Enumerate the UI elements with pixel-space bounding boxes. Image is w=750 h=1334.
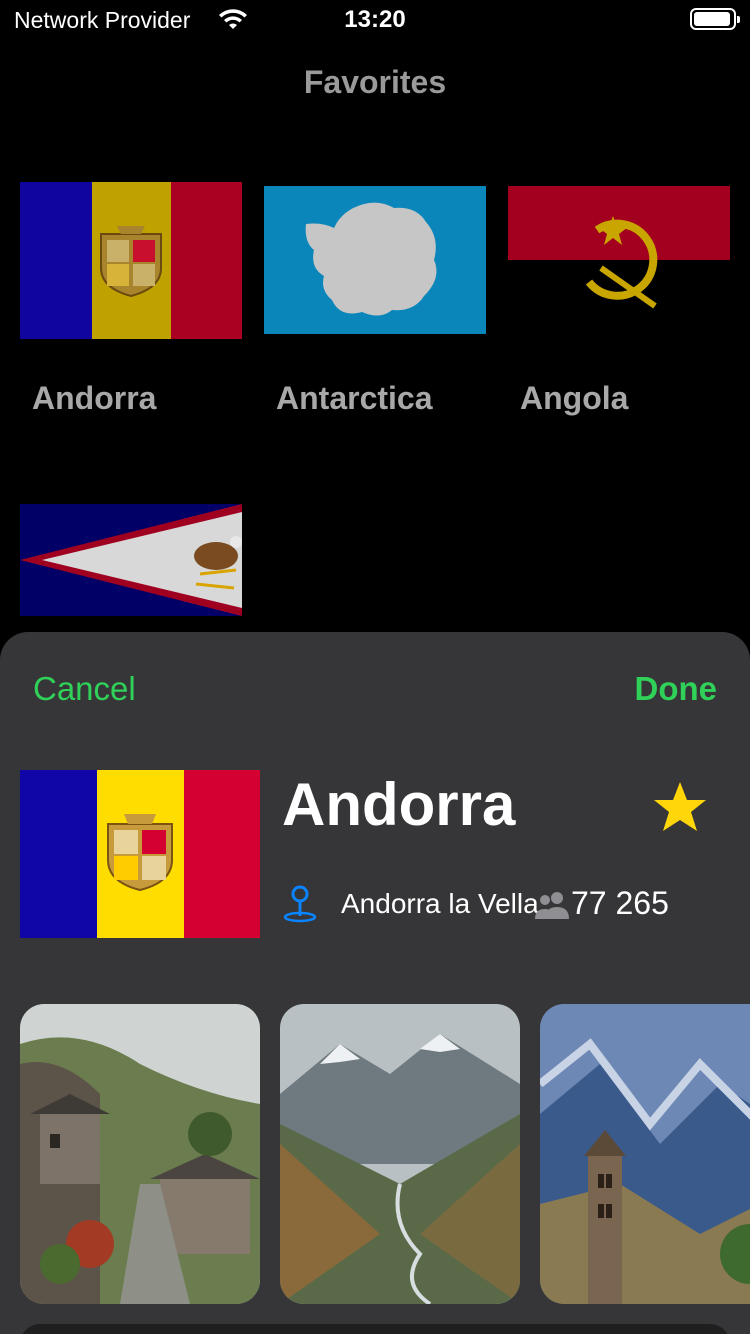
bell-tower-photo[interactable] [540, 1004, 750, 1304]
clock: 13:20 [344, 6, 406, 33]
favorite-name: Antarctica [276, 380, 433, 416]
favorite-name: Andorra [32, 380, 157, 416]
country-detail-sheet: Cancel Done Andorra Andorra la Vella 77 … [0, 632, 750, 1334]
angola-flag-icon [508, 186, 730, 334]
favorite-cell-andorra[interactable]: Andorra [20, 180, 242, 416]
country-name: Andorra [282, 771, 516, 838]
favorite-star-icon[interactable] [652, 780, 708, 834]
battery-icon [690, 8, 740, 30]
capital-city: Andorra la Vella [341, 888, 539, 919]
bottom-panel [20, 1324, 730, 1334]
population-value: 77 265 [571, 885, 669, 921]
location-pin-icon [283, 885, 317, 923]
mountain-valley-photo[interactable] [280, 1004, 520, 1304]
favorite-cell-antarctica[interactable]: Antarctica [264, 180, 486, 416]
page-title: Favorites [303, 64, 447, 100]
american-samoa-flag-icon [20, 504, 242, 616]
favorite-name: Angola [520, 380, 629, 416]
population-icon [535, 892, 569, 919]
favorite-cell-angola[interactable]: Angola [508, 180, 730, 416]
andorra-flag-icon [20, 770, 260, 938]
favorite-cell-american-samoa[interactable] [20, 504, 242, 621]
cancel-button[interactable]: Cancel [33, 670, 136, 708]
stone-village-photo[interactable] [20, 1004, 260, 1304]
antarctica-flag-icon [264, 186, 486, 334]
done-button[interactable]: Done [635, 670, 718, 708]
andorra-flag-icon [20, 181, 242, 339]
status-bar: Network Provider 13:20 [0, 0, 750, 40]
